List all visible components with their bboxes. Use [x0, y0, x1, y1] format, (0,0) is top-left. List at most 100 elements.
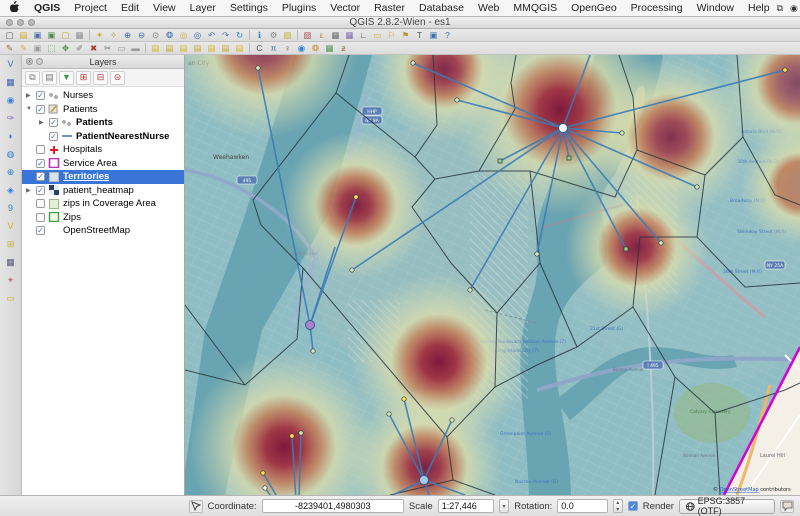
open-raster-calculator-icon[interactable]: ▦ — [343, 30, 356, 41]
cut-features-icon[interactable]: ✂ — [101, 43, 114, 54]
osm-attribution[interactable]: © OpenStreetMap contributors — [713, 486, 791, 493]
layer-item-hospitals[interactable]: Hospitals — [22, 143, 184, 157]
patient-marker[interactable] — [386, 411, 392, 417]
open-attribute-table-icon[interactable]: ▦ — [329, 30, 342, 41]
new-composer-icon[interactable]: ▢ — [59, 30, 72, 41]
layer-item-zips-in-coverage-area[interactable]: zips in Coverage Area — [22, 197, 184, 211]
move-feature-icon[interactable]: ✥ — [59, 43, 72, 54]
layer-visibility-checkbox[interactable]: ✓ — [36, 185, 45, 195]
layer-item-patients[interactable]: ▶ ✓ Patients — [22, 116, 184, 130]
rotation-input[interactable]: 0.0 — [557, 499, 608, 513]
patient-marker[interactable] — [262, 485, 268, 491]
help-contents-icon[interactable]: ▣ — [427, 30, 440, 41]
add-vector-layer-icon[interactable]: V — [3, 57, 19, 72]
layer-visibility-checkbox[interactable]: ✓ — [36, 226, 45, 236]
nurse-hub-marker[interactable] — [558, 123, 568, 133]
menu-layer[interactable]: Layer — [183, 2, 223, 14]
save-project-icon[interactable]: ▣ — [31, 30, 44, 41]
patient-marker[interactable] — [449, 417, 455, 423]
label-highlight-icon[interactable]: ▤ — [177, 43, 190, 54]
search-metadata-icon[interactable]: ♀ — [281, 43, 294, 54]
new-shapefile-layer-icon[interactable]: V — [3, 219, 19, 234]
add-spatialite-layer-icon[interactable]: ✑ — [3, 111, 19, 126]
layer-visibility-checkbox[interactable] — [36, 212, 45, 222]
identify-features-icon[interactable]: ℹ — [253, 30, 266, 41]
patient-marker[interactable] — [467, 287, 473, 293]
menu-view[interactable]: View — [146, 2, 183, 14]
menu-mmqgis[interactable]: MMQGIS — [506, 2, 564, 14]
label-settings-icon[interactable]: ▤ — [149, 43, 162, 54]
toggle-editing-icon[interactable]: ✎ — [17, 43, 30, 54]
label-move-icon[interactable]: ▤ — [191, 43, 204, 54]
patient-marker[interactable] — [566, 155, 572, 161]
text-annotation-icon[interactable]: T — [413, 30, 426, 41]
filter-legend-icon[interactable]: ▼ — [59, 70, 74, 85]
menu-plugins[interactable]: Plugins — [275, 2, 323, 14]
add-oracle-layer-icon[interactable]: ◍ — [3, 147, 19, 162]
current-edits-icon[interactable]: ✎ — [3, 43, 16, 54]
zoom-full-icon[interactable]: ❂ — [163, 30, 176, 41]
style-manager-icon[interactable]: ❂ — [309, 43, 322, 54]
patient-marker[interactable] — [658, 240, 664, 246]
label-change-icon[interactable]: ▤ — [219, 43, 232, 54]
patient-marker[interactable] — [534, 251, 540, 257]
node-tool-icon[interactable]: ✐ — [73, 43, 86, 54]
mission-control-icon[interactable]: ⧉ — [777, 3, 783, 14]
open-project-icon[interactable]: ▤ — [17, 30, 30, 41]
menu-help[interactable]: Help — [741, 2, 777, 14]
zoom-out-icon[interactable]: ⊖ — [135, 30, 148, 41]
layer-item-patients[interactable]: ▼ ✓ Patients — [22, 103, 184, 117]
patient-marker[interactable] — [289, 433, 295, 439]
add-postgis-layer-icon[interactable]: ◉ — [3, 93, 19, 108]
pan-map-icon[interactable]: ✦ — [93, 30, 106, 41]
rotation-stepper[interactable]: ▴ ▾ — [612, 499, 624, 513]
add-mssql-layer-icon[interactable]: ◗ — [3, 129, 19, 144]
patient-marker[interactable] — [782, 67, 788, 73]
new-spatialite-layer-icon[interactable]: ⊞ — [3, 237, 19, 252]
expand-arrow-icon[interactable]: ▶ — [39, 119, 46, 126]
show-bookmarks-icon[interactable]: ⚑ — [399, 30, 412, 41]
zoom-last-icon[interactable]: ↶ — [205, 30, 218, 41]
patient-marker[interactable] — [454, 97, 460, 103]
add-group-icon[interactable]: ⧉ — [25, 70, 40, 85]
save-layer-edits-icon[interactable]: ▣ — [31, 43, 44, 54]
label-rotate-icon[interactable]: ▤ — [205, 43, 218, 54]
new-bookmark-icon[interactable]: ⚐ — [385, 30, 398, 41]
layer-item-service-area[interactable]: ✓ Service Area — [22, 157, 184, 171]
map-tips-icon[interactable]: ▭ — [371, 30, 384, 41]
layer-item-patient-heatmap[interactable]: ▶ ✓ patient_heatmap — [22, 184, 184, 198]
select-by-expression-icon[interactable]: ε — [315, 30, 328, 41]
osm-place-search-icon[interactable]: ⌖ — [3, 273, 19, 288]
layer-item-nurses[interactable]: ▶ ✓ Nurses — [22, 89, 184, 103]
deselect-features-icon[interactable]: ▨ — [301, 30, 314, 41]
zoom-native-icon[interactable]: ⊙ — [149, 30, 162, 41]
collapse-all-icon[interactable]: ⊟ — [93, 70, 108, 85]
label-properties-icon[interactable]: ▤ — [233, 43, 246, 54]
opengeo-explorer-icon[interactable]: ◉ — [295, 43, 308, 54]
add-wcs-layer-icon[interactable]: ◈ — [3, 183, 19, 198]
select-features-icon[interactable]: ▧ — [281, 30, 294, 41]
layer-visibility-checkbox[interactable]: ✓ — [36, 172, 45, 182]
new-project-icon[interactable]: ▢ — [3, 30, 16, 41]
expand-all-icon[interactable]: ⊞ — [76, 70, 91, 85]
add-wfs-layer-icon[interactable]: 9 — [3, 201, 19, 216]
menu-edit[interactable]: Edit — [114, 2, 146, 14]
coordinate-toggle-icon[interactable] — [189, 499, 203, 513]
patient-marker[interactable] — [619, 130, 625, 136]
scale-dropdown-icon[interactable]: ▾ — [498, 499, 510, 513]
menu-vector[interactable]: Vector — [323, 2, 367, 14]
menu-settings[interactable]: Settings — [223, 2, 275, 14]
menu-window[interactable]: Window — [690, 2, 741, 14]
delete-selected-icon[interactable]: ✖ — [87, 43, 100, 54]
manage-layer-visibility-icon[interactable]: ▤ — [42, 70, 57, 85]
expand-arrow-icon[interactable]: ▶ — [26, 92, 33, 99]
zoom-to-layer-icon[interactable]: ◎ — [191, 30, 204, 41]
plugin-manager-icon[interactable]: ▦ — [323, 43, 336, 54]
save-project-as-icon[interactable]: ▣ — [45, 30, 58, 41]
run-feature-action-icon[interactable]: ⚙ — [267, 30, 280, 41]
copy-features-icon[interactable]: ▭ — [115, 43, 128, 54]
refresh-map-icon[interactable]: ↻ — [233, 30, 246, 41]
measure-icon[interactable]: ∟ — [357, 30, 370, 41]
layer-visibility-checkbox[interactable]: ✓ — [49, 118, 58, 128]
layer-item-territories[interactable]: ✓ Territories — [22, 170, 184, 184]
